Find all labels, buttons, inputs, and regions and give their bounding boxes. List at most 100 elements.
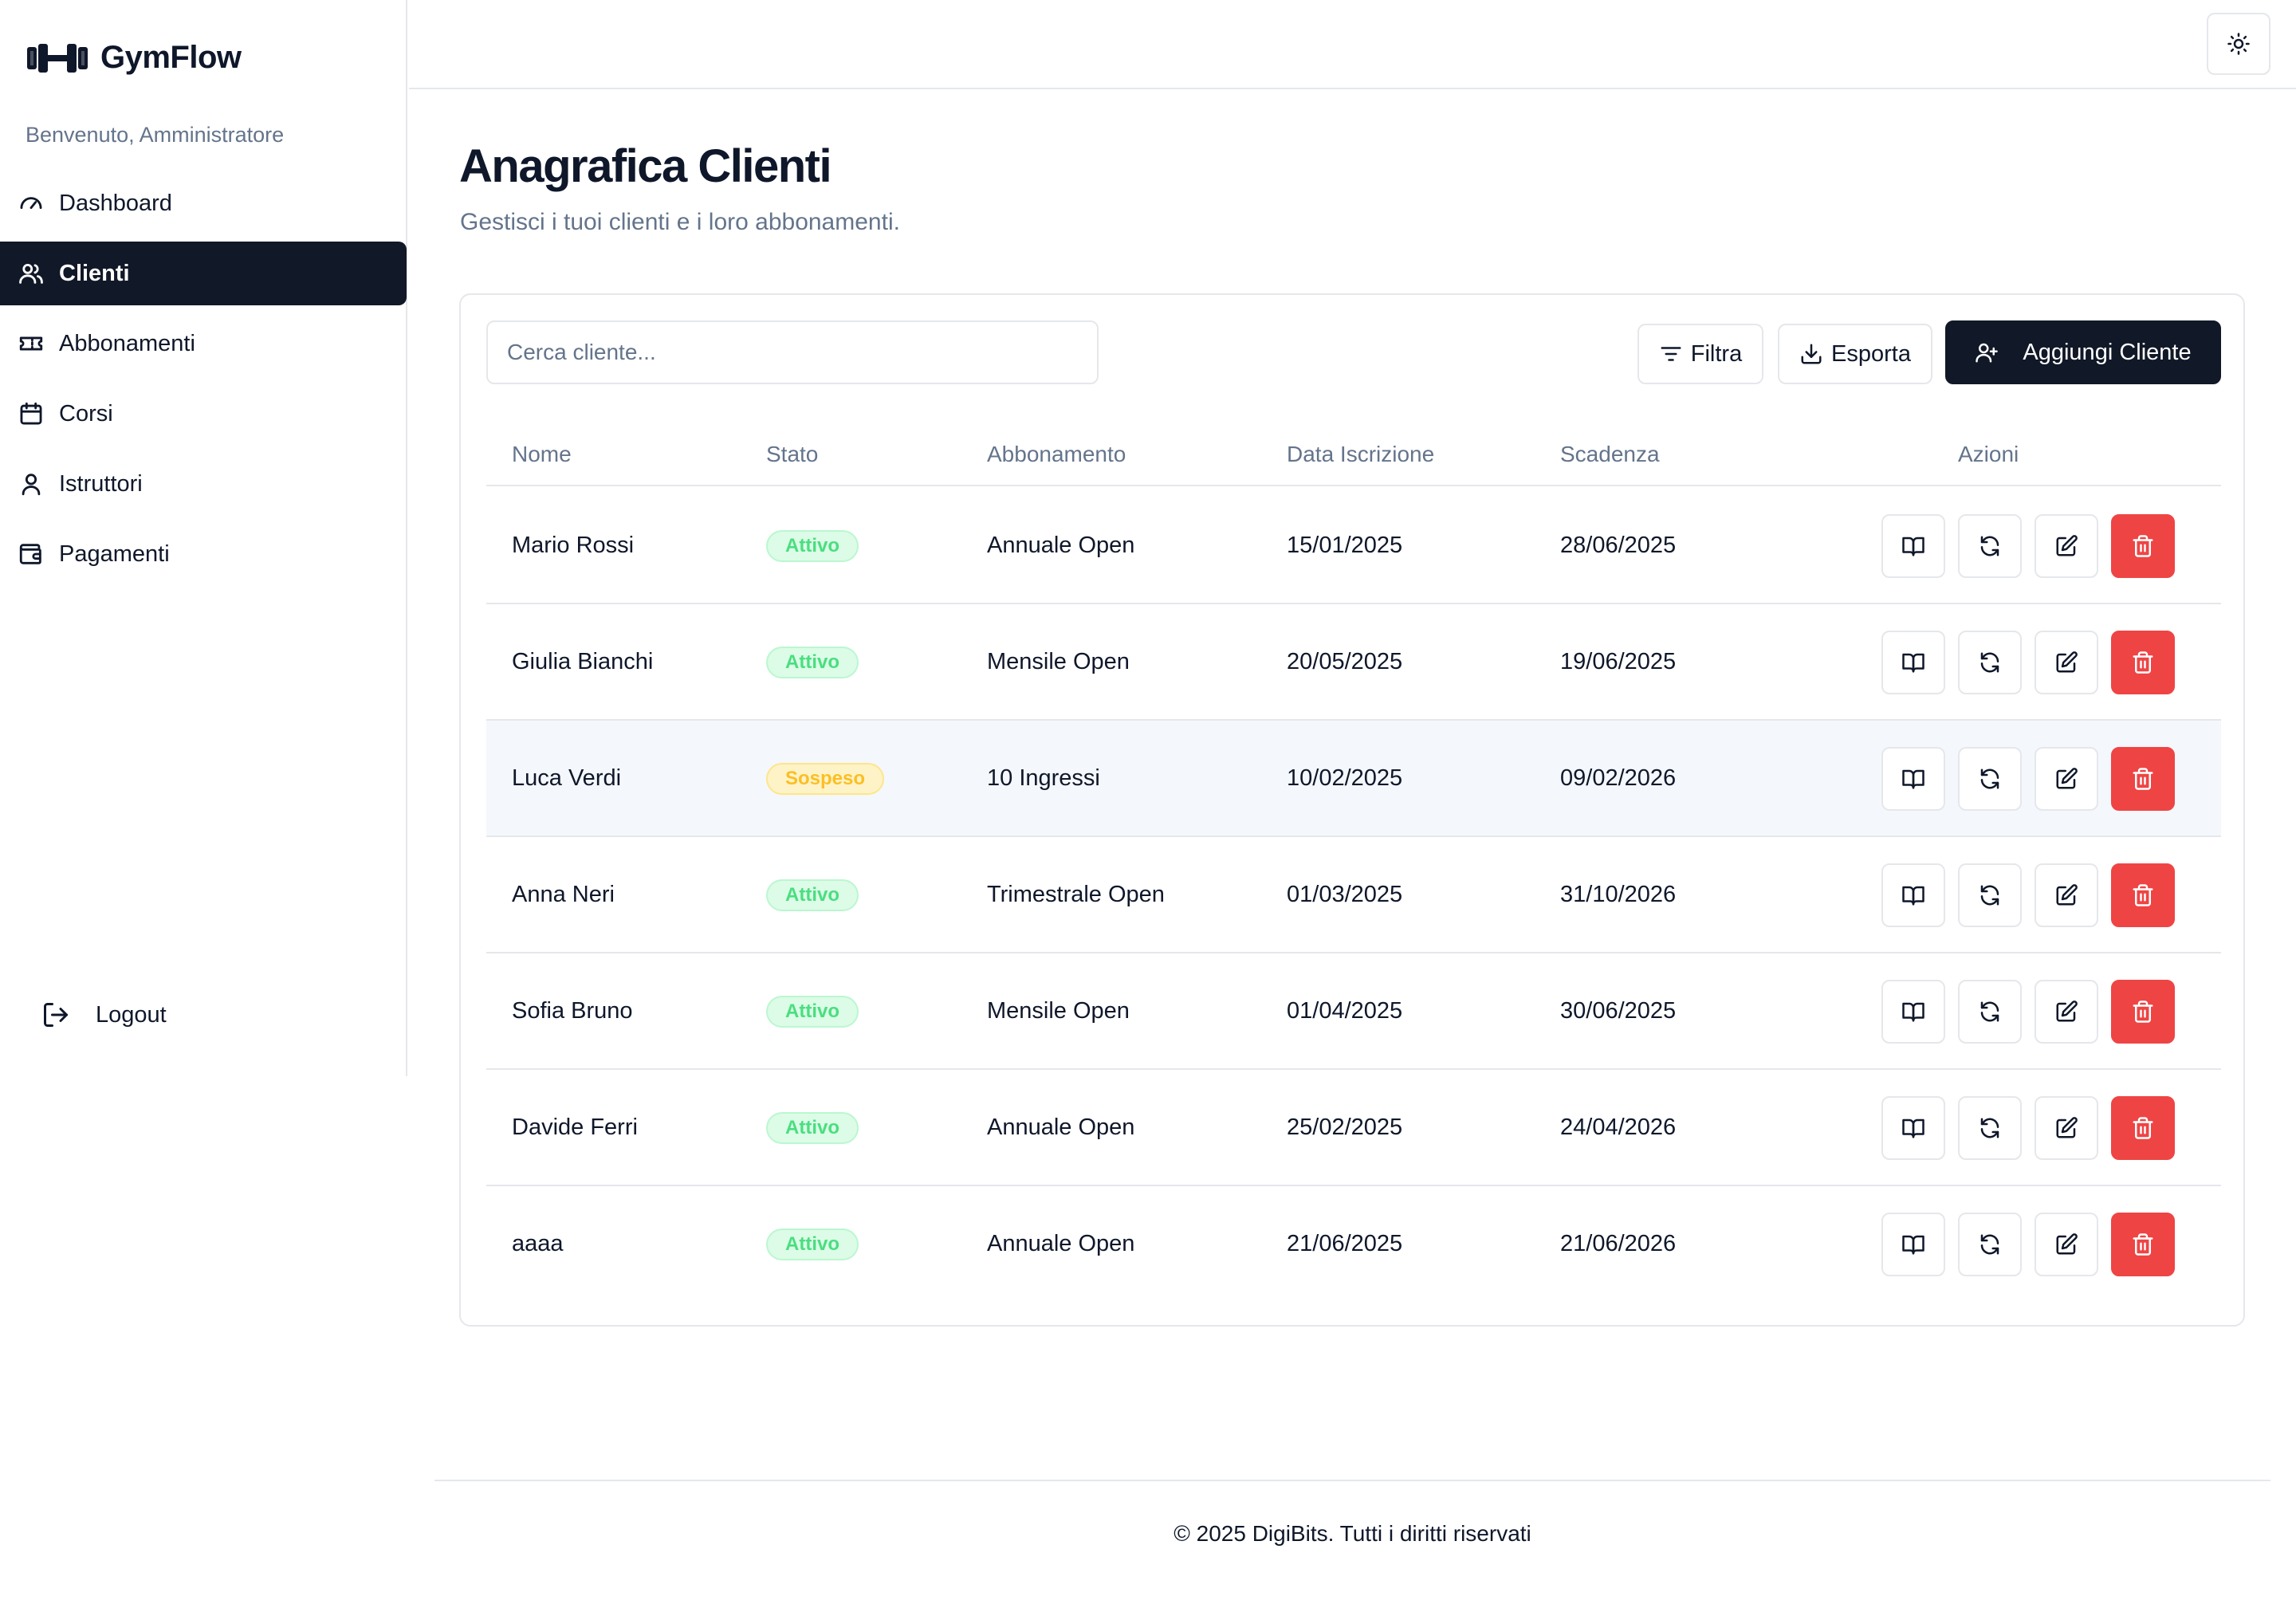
add-client-button[interactable]: Aggiungi Cliente — [1945, 320, 2221, 384]
delete-button[interactable] — [2111, 980, 2175, 1044]
sidebar-item-label: Corsi — [59, 400, 113, 427]
sidebar: GymFlow Benvenuto, Amministratore Dashbo… — [0, 0, 407, 1076]
edit-button[interactable] — [2035, 980, 2098, 1044]
edit-button[interactable] — [2035, 631, 2098, 694]
search-input[interactable] — [486, 320, 1099, 384]
sidebar-item-dashboard[interactable]: Dashboard — [0, 171, 407, 235]
theme-toggle-button[interactable] — [2207, 13, 2270, 75]
sidebar-item-label: Abbonamenti — [59, 330, 195, 356]
sidebar-item-clienti[interactable]: Clienti — [0, 242, 407, 305]
trash-icon — [2133, 651, 2153, 674]
logout-icon — [44, 1003, 68, 1027]
table-row[interactable]: aaaa Attivo Annuale Open 21/06/2025 21/0… — [486, 1186, 2221, 1303]
expiry-date-cell: 19/06/2025 — [1560, 649, 1677, 674]
delete-button[interactable] — [2111, 863, 2175, 927]
book-open-icon — [1902, 537, 1924, 556]
column-header-plan[interactable]: Abbonamento — [987, 423, 1126, 486]
logout-button[interactable]: Logout — [41, 1001, 167, 1029]
edit-button[interactable] — [2035, 1213, 2098, 1276]
column-header-actions: Azioni — [1958, 442, 2019, 466]
joined-date-cell: 21/06/2025 — [1287, 1231, 1403, 1256]
delete-button[interactable] — [2111, 1213, 2175, 1276]
view-button[interactable] — [1881, 747, 1945, 811]
client-name: Sofia Bruno — [512, 998, 633, 1024]
expiry-date-cell: 09/02/2026 — [1560, 765, 1677, 791]
sidebar-item-istruttori[interactable]: Istruttori — [0, 452, 407, 516]
refresh-icon — [1980, 769, 1999, 789]
page-title: Anagrafica Clienti — [459, 140, 832, 192]
gauge-icon — [20, 197, 42, 210]
table-row[interactable]: Davide Ferri Attivo Annuale Open 25/02/2… — [486, 1070, 2221, 1186]
edit-icon — [2056, 651, 2078, 673]
sidebar-item-corsi[interactable]: Corsi — [0, 382, 407, 446]
view-button[interactable] — [1881, 631, 1945, 694]
edit-icon — [2056, 768, 2078, 789]
trash-icon — [2133, 768, 2153, 790]
refresh-icon — [1980, 536, 1999, 556]
plan-cell: Mensile Open — [987, 998, 1130, 1024]
renew-button[interactable] — [1958, 1213, 2022, 1276]
sidebar-nav: Dashboard Clienti Abbonamenti Corsi Istr… — [0, 171, 407, 592]
trash-icon — [2133, 884, 2153, 906]
joined-date-cell: 01/03/2025 — [1287, 882, 1403, 907]
sidebar-item-abbonamenti[interactable]: Abbonamenti — [0, 312, 407, 375]
column-header-joined[interactable]: Data Iscrizione — [1287, 423, 1434, 486]
brand[interactable]: GymFlow — [26, 40, 242, 76]
refresh-icon — [1980, 885, 1999, 906]
delete-button[interactable] — [2111, 1096, 2175, 1160]
user-plus-icon — [1976, 343, 1999, 363]
expiry-date-cell: 28/06/2025 — [1560, 533, 1677, 558]
column-header-expiry[interactable]: Scadenza — [1560, 423, 1660, 486]
book-open-icon — [1902, 1002, 1924, 1022]
view-button[interactable] — [1881, 980, 1945, 1044]
renew-button[interactable] — [1958, 747, 2022, 811]
column-header-name[interactable]: Nome — [512, 423, 572, 486]
filter-button[interactable]: Filtra — [1637, 324, 1763, 384]
table-body: Mario Rossi Attivo Annuale Open 15/01/20… — [486, 488, 2221, 1303]
export-label: Esporta — [1831, 340, 1911, 367]
table-row[interactable]: Anna Neri Attivo Trimestrale Open 01/03/… — [486, 837, 2221, 953]
ticket-icon — [19, 336, 43, 351]
view-button[interactable] — [1881, 514, 1945, 578]
renew-button[interactable] — [1958, 863, 2022, 927]
joined-date-cell: 01/04/2025 — [1287, 998, 1403, 1024]
joined-date-cell: 20/05/2025 — [1287, 649, 1403, 674]
expiry-date-cell: 24/04/2026 — [1560, 1115, 1677, 1140]
sidebar-item-label: Dashboard — [59, 190, 172, 216]
delete-button[interactable] — [2111, 514, 2175, 578]
edit-button[interactable] — [2035, 1096, 2098, 1160]
client-name: Mario Rossi — [512, 533, 635, 558]
edit-button[interactable] — [2035, 863, 2098, 927]
edit-button[interactable] — [2035, 747, 2098, 811]
expiry-date-cell: 30/06/2025 — [1560, 998, 1677, 1024]
trash-icon — [2133, 1117, 2153, 1139]
edit-icon — [2056, 1233, 2078, 1255]
clients-card: Filtra Esporta Aggiungi Cliente Nome Sta… — [459, 293, 2245, 1327]
renew-button[interactable] — [1958, 631, 2022, 694]
column-header-status[interactable]: Stato — [766, 423, 818, 486]
client-name: Luca Verdi — [512, 765, 622, 791]
table-row[interactable]: Giulia Bianchi Attivo Mensile Open 20/05… — [486, 604, 2221, 721]
view-button[interactable] — [1881, 863, 1945, 927]
renew-button[interactable] — [1958, 1096, 2022, 1160]
status-badge: Attivo — [766, 879, 859, 911]
view-button[interactable] — [1881, 1096, 1945, 1160]
user-icon — [22, 474, 41, 496]
table-row[interactable]: Mario Rossi Attivo Annuale Open 15/01/20… — [486, 488, 2221, 604]
edit-button[interactable] — [2035, 514, 2098, 578]
add-client-label: Aggiungi Cliente — [2023, 339, 2192, 365]
refresh-icon — [1980, 1118, 1999, 1138]
plan-cell: Annuale Open — [987, 1231, 1135, 1256]
view-button[interactable] — [1881, 1213, 1945, 1276]
renew-button[interactable] — [1958, 980, 2022, 1044]
renew-button[interactable] — [1958, 514, 2022, 578]
table-row[interactable]: Sofia Bruno Attivo Mensile Open 01/04/20… — [486, 953, 2221, 1070]
table-row[interactable]: Luca Verdi Sospeso 10 Ingressi 10/02/202… — [486, 721, 2221, 837]
delete-button[interactable] — [2111, 631, 2175, 694]
export-button[interactable]: Esporta — [1778, 324, 1932, 384]
sidebar-item-pagamenti[interactable]: Pagamenti — [0, 522, 407, 586]
trash-icon — [2133, 1233, 2153, 1256]
delete-button[interactable] — [2111, 747, 2175, 811]
status-badge: Sospeso — [766, 763, 885, 795]
welcome-text: Benvenuto, Amministratore — [26, 123, 285, 147]
